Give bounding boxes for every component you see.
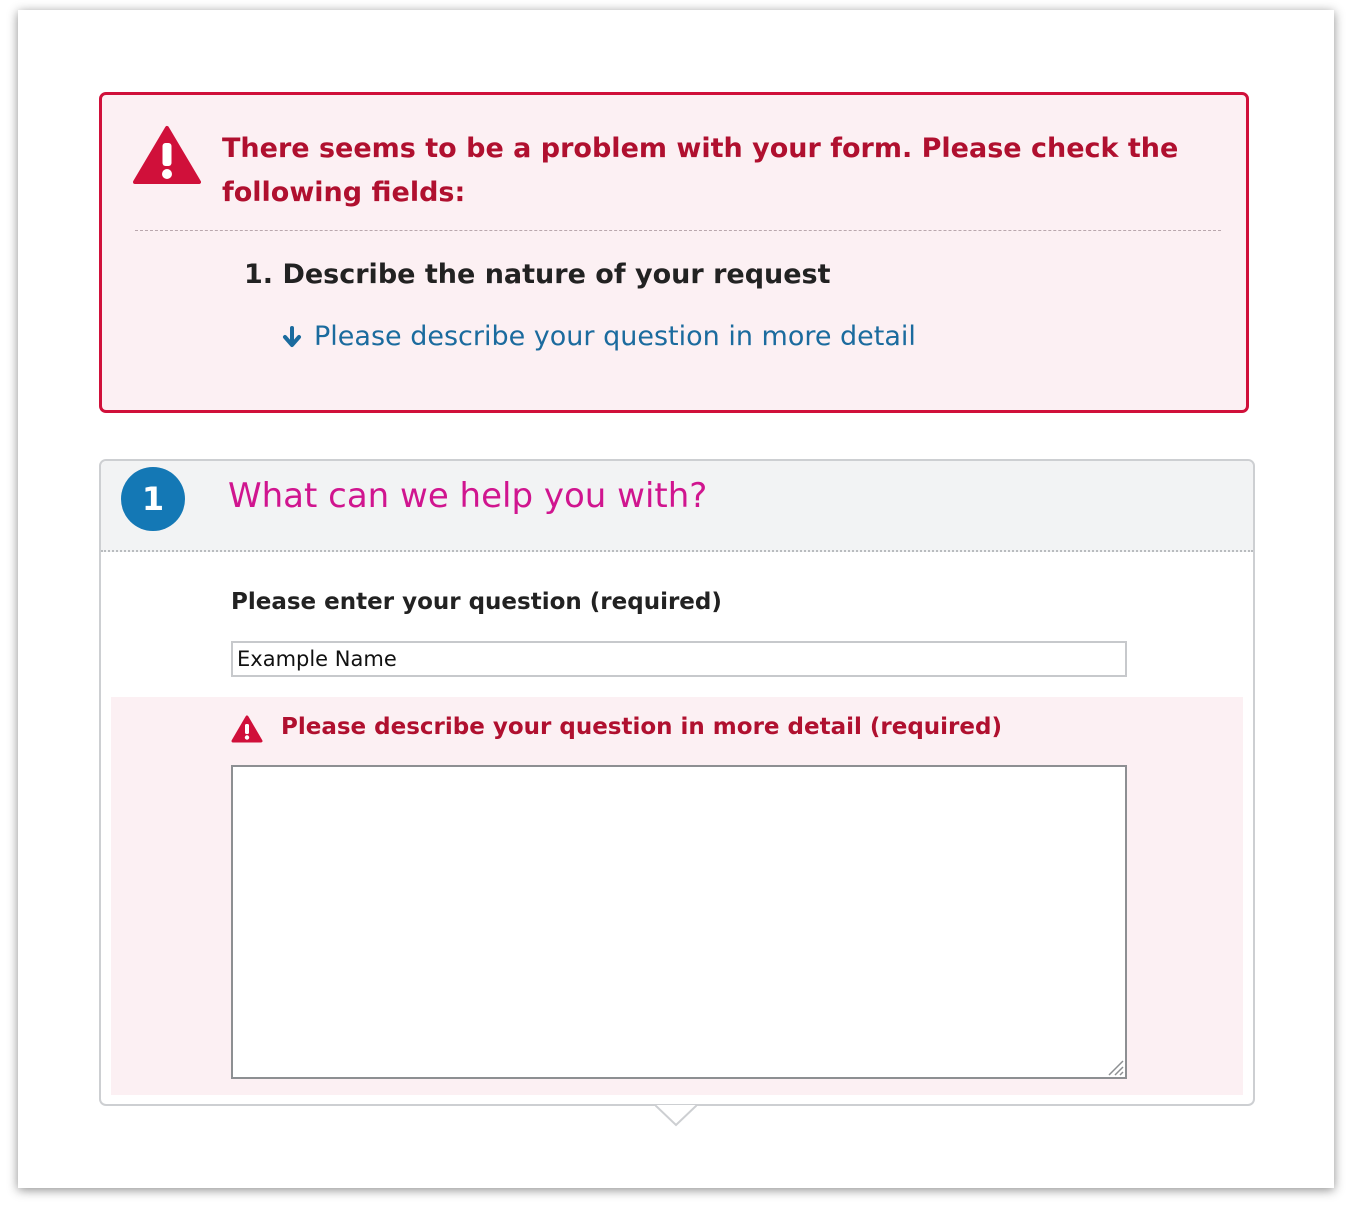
error-field-link[interactable]: Please describe your question in more de… bbox=[282, 319, 916, 355]
resize-grip-icon[interactable] bbox=[1105, 1057, 1125, 1077]
detail-error-field: Please describe your question in more de… bbox=[111, 697, 1243, 1095]
arrow-down-icon bbox=[283, 326, 301, 347]
error-summary: There seems to be a problem with your fo… bbox=[99, 92, 1249, 413]
question-label: Please enter your question (required) bbox=[231, 589, 722, 615]
error-summary-divider bbox=[135, 230, 1221, 231]
form-section: 1 What can we help you with? Please ente… bbox=[99, 459, 1255, 1106]
detail-textarea[interactable] bbox=[231, 765, 1127, 1079]
error-summary-heading: There seems to be a problem with your fo… bbox=[222, 133, 1179, 208]
question-input[interactable] bbox=[231, 641, 1127, 677]
detail-label: Please describe your question in more de… bbox=[281, 714, 1002, 740]
section-title: What can we help you with? bbox=[228, 476, 708, 516]
section-pointer-arrow bbox=[655, 1104, 697, 1127]
warning-triangle-icon bbox=[231, 715, 263, 743]
step-number-badge: 1 bbox=[121, 467, 185, 531]
error-item-title: 1. Describe the nature of your request bbox=[244, 259, 831, 290]
warning-triangle-icon bbox=[133, 126, 201, 184]
section-header: 1 What can we help you with? bbox=[101, 461, 1253, 552]
error-field-link-text[interactable]: Please describe your question in more de… bbox=[314, 319, 916, 355]
